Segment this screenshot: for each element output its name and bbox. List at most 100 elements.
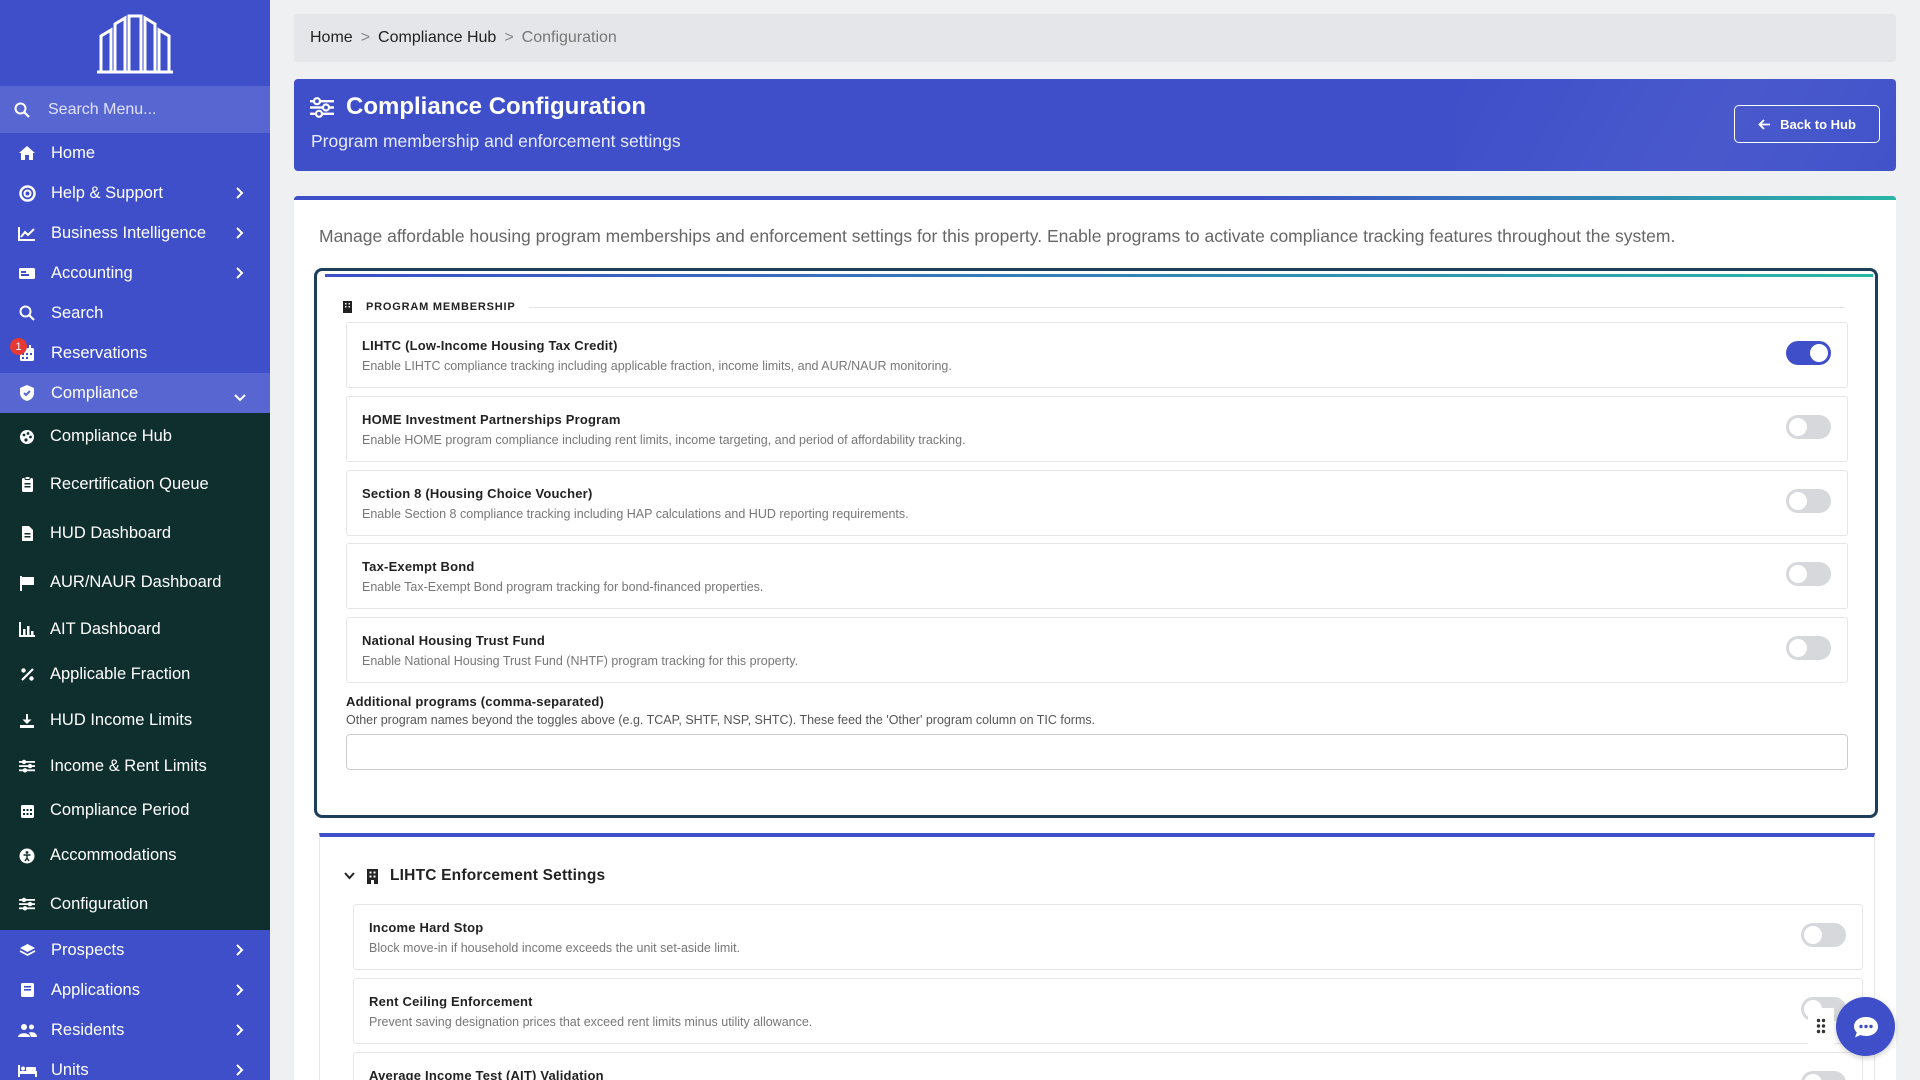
additional-programs-input[interactable] <box>346 734 1848 770</box>
sidebar-item-reservations[interactable]: 1 Reservations <box>0 333 270 373</box>
program-row-nhtf: National Housing Trust Fund Enable Natio… <box>346 617 1848 683</box>
book-icon <box>17 982 37 998</box>
sidebar-item-compliance[interactable]: Compliance <box>0 373 270 413</box>
search-icon <box>17 305 37 321</box>
accessibility-icon <box>18 848 36 864</box>
sidebar-item-help-support[interactable]: Help & Support <box>0 173 270 213</box>
breadcrumb-hub-link[interactable]: Compliance Hub <box>378 29 496 47</box>
additional-programs-help: Other program names beyond the toggles a… <box>346 713 1096 727</box>
page-title-row: Compliance Configuration <box>310 93 646 121</box>
program-membership-header: PROGRAM MEMBERSHIP <box>343 301 1845 313</box>
sidebar-item-units[interactable]: Units <box>0 1050 270 1080</box>
setting-row-income-hard-stop: Income Hard Stop Block move-in if househ… <box>353 904 1863 970</box>
ait-validation-toggle[interactable] <box>1801 1071 1846 1080</box>
toggle-knob <box>1804 1074 1822 1080</box>
sidebar-item-label: Home <box>51 143 96 162</box>
breadcrumb-separator: > <box>360 29 371 46</box>
sidebar-item-prospects[interactable]: Prospects <box>0 930 270 970</box>
sidebar-item-accounting[interactable]: Accounting <box>0 253 270 293</box>
chat-button[interactable] <box>1836 997 1895 1056</box>
section-8-toggle[interactable] <box>1786 489 1831 513</box>
breadcrumb-current: Configuration <box>521 29 617 46</box>
sidebar-subitem-applicable-fraction[interactable]: Applicable Fraction <box>0 651 270 697</box>
income-hard-stop-toggle[interactable] <box>1801 923 1846 947</box>
program-title: National Housing Trust Fund <box>362 633 546 648</box>
sidebar-item-label: Business Intelligence <box>51 223 207 242</box>
setting-row-ait-validation: Average Income Test (AIT) Validation <box>353 1052 1863 1080</box>
chart-line-icon <box>17 226 37 241</box>
sidebar-subitem-accommodations[interactable]: Accommodations <box>0 833 270 878</box>
sidebar-subitem-aur-naur-dashboard[interactable]: AUR/NAUR Dashboard <box>0 558 270 607</box>
nhtf-toggle[interactable] <box>1786 636 1831 660</box>
back-to-hub-button[interactable]: Back to Hub <box>1734 105 1880 143</box>
program-title: HOME Investment Partnerships Program <box>362 412 621 427</box>
sidebar-search[interactable]: Search Menu... <box>0 86 270 133</box>
money-icon <box>17 267 37 280</box>
program-description: Enable LIHTC compliance tracking includi… <box>362 359 952 373</box>
toggle-knob <box>1789 565 1807 583</box>
lihtc-toggle[interactable] <box>1786 341 1831 365</box>
page-title: Compliance Configuration <box>346 93 646 120</box>
sidebar-subitem-label: Configuration <box>50 894 149 913</box>
additional-programs-label: Additional programs (comma-separated) <box>346 694 605 709</box>
page-header: Compliance Configuration Program members… <box>294 79 1896 171</box>
home-icon <box>17 145 37 161</box>
sidebar-subitem-label: Accommodations <box>50 846 177 864</box>
layers-icon <box>17 943 37 958</box>
program-membership-section: PROGRAM MEMBERSHIP LIHTC (Low-Income Hou… <box>314 268 1878 818</box>
home-program-toggle[interactable] <box>1786 415 1831 439</box>
notification-badge: 1 <box>10 338 27 355</box>
sidebar-subitem-hud-income-limits[interactable]: HUD Income Limits <box>0 697 270 744</box>
sidebar-search-placeholder[interactable]: Search Menu... <box>48 101 157 119</box>
sidebar-subitem-label: Recertification Queue <box>50 475 209 493</box>
logo[interactable] <box>0 0 270 86</box>
building-icon <box>343 301 352 313</box>
program-description: Enable HOME program compliance including… <box>362 433 966 447</box>
calendar-grid-icon <box>18 803 36 819</box>
bed-icon <box>17 1064 37 1077</box>
drag-handle[interactable] <box>1808 1008 1834 1044</box>
sidebar-item-applications[interactable]: Applications <box>0 970 270 1010</box>
building-icon <box>367 868 378 884</box>
breadcrumb-home-link[interactable]: Home <box>310 29 353 47</box>
sidebar-subitem-hud-dashboard[interactable]: HUD Dashboard <box>0 509 270 558</box>
sliders-icon <box>18 759 36 773</box>
lihtc-enforcement-title: LIHTC Enforcement Settings <box>390 867 606 884</box>
sliders-icon <box>18 897 36 911</box>
sidebar-item-label: Search <box>51 303 104 322</box>
sidebar-item-label: Units <box>51 1060 89 1079</box>
sidebar: Search Menu... Home Help & Support Busin… <box>0 0 270 1080</box>
program-row-lihtc: LIHTC (Low-Income Housing Tax Credit) En… <box>346 322 1848 388</box>
sidebar-subitem-compliance-hub[interactable]: Compliance Hub <box>0 413 270 460</box>
program-membership-title: PROGRAM MEMBERSHIP <box>366 301 516 313</box>
sidebar-subitem-label: Compliance Hub <box>50 427 172 445</box>
arrow-left-icon <box>1758 118 1771 130</box>
section-divider <box>529 306 1845 308</box>
program-row-section-8: Section 8 (Housing Choice Voucher) Enabl… <box>346 470 1848 536</box>
sidebar-subitem-ait-dashboard[interactable]: AIT Dashboard <box>0 607 270 651</box>
users-icon <box>17 1023 37 1038</box>
sidebar-subitem-label: Applicable Fraction <box>50 664 191 683</box>
setting-title: Rent Ceiling Enforcement <box>369 994 533 1009</box>
intro-text: Manage affordable housing program member… <box>319 226 1676 246</box>
chevron-right-icon <box>236 982 244 1001</box>
flag-icon <box>18 575 36 591</box>
sidebar-item-search[interactable]: Search <box>0 293 270 333</box>
sidebar-item-home[interactable]: Home <box>0 133 270 173</box>
sidebar-item-residents[interactable]: Residents <box>0 1010 270 1050</box>
program-description: Enable Tax-Exempt Bond program tracking … <box>362 580 764 594</box>
sidebar-subitem-configuration[interactable]: Configuration <box>0 878 270 930</box>
chevron-right-icon <box>236 942 244 961</box>
setting-title: Income Hard Stop <box>369 920 484 935</box>
sidebar-subitem-income-rent-limits[interactable]: Income & Rent Limits <box>0 744 270 788</box>
sidebar-item-label: Prospects <box>51 940 125 959</box>
lihtc-enforcement-header[interactable]: LIHTC Enforcement Settings <box>344 867 605 885</box>
sidebar-subitem-compliance-period[interactable]: Compliance Period <box>0 788 270 833</box>
tax-exempt-bond-toggle[interactable] <box>1786 562 1831 586</box>
toggle-knob <box>1810 344 1828 362</box>
sidebar-subitem-recertification-queue[interactable]: Recertification Queue <box>0 460 270 509</box>
sidebar-item-business-intelligence[interactable]: Business Intelligence <box>0 213 270 253</box>
toggle-knob <box>1789 418 1807 436</box>
chat-bubble-icon <box>1853 1016 1878 1037</box>
chevron-right-icon <box>236 1062 244 1080</box>
